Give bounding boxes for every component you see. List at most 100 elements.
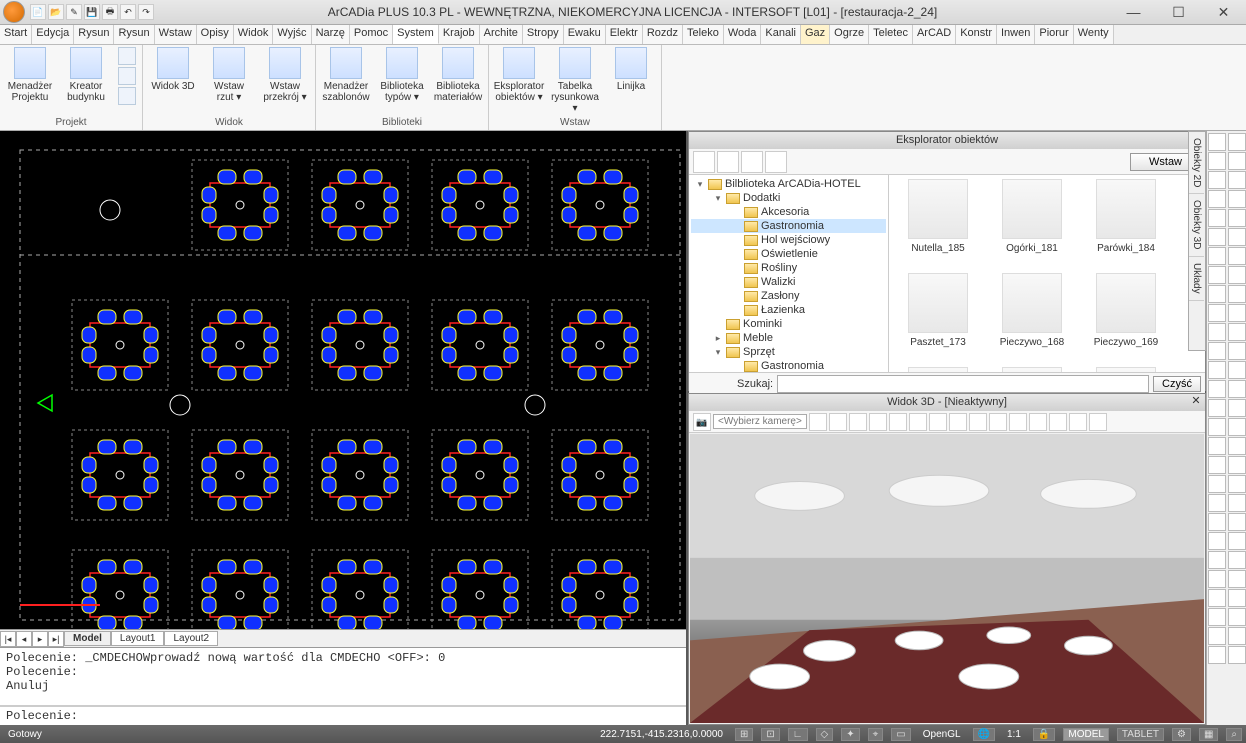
status-lock-icon[interactable]: 🔒 [1033, 728, 1055, 741]
side-tool-button[interactable] [1228, 152, 1246, 170]
side-tool-button[interactable] [1208, 646, 1226, 664]
status-scale[interactable]: 1:1 [1003, 729, 1025, 740]
side-tool-button[interactable] [1228, 475, 1246, 493]
ribbon-tab-konstr[interactable]: Konstr [956, 25, 997, 44]
ribbon-tab-inwen[interactable]: Inwen [997, 25, 1035, 44]
layout-tab-model[interactable]: Model [64, 631, 111, 646]
thumbnail-item[interactable]: Ogórki_181 [987, 179, 1077, 269]
side-tool-button[interactable] [1228, 418, 1246, 436]
view3d-btn-1[interactable] [809, 413, 827, 431]
side-tool-button[interactable] [1208, 342, 1226, 360]
search-tool-2-icon[interactable] [715, 375, 733, 393]
side-tool-button[interactable] [1228, 646, 1246, 664]
side-tool-button[interactable] [1228, 190, 1246, 208]
search-clear-button[interactable]: Czyść [1153, 376, 1201, 392]
status-snap-3[interactable]: ∟ [788, 728, 808, 741]
thumbnail-item[interactable]: Parówki_184 [1081, 179, 1171, 269]
ribbon-tab-opisy[interactable]: Opisy [197, 25, 234, 44]
side-tool-button[interactable] [1228, 361, 1246, 379]
side-tool-button[interactable] [1208, 285, 1226, 303]
status-snap-2[interactable]: ⊡ [761, 728, 779, 741]
side-tool-button[interactable] [1228, 551, 1246, 569]
ribbon-tab-pomoc[interactable]: Pomoc [350, 25, 393, 44]
ribbon-tab-rozdz[interactable]: Rozdz [643, 25, 683, 44]
side-tool-button[interactable] [1208, 228, 1226, 246]
qat-undo-icon[interactable]: ↶ [120, 4, 136, 20]
side-tool-button[interactable] [1208, 266, 1226, 284]
view3d-btn-14[interactable] [1069, 413, 1087, 431]
view3d-header[interactable]: Widok 3D - [Nieaktywny] ✕ [689, 394, 1205, 411]
ribbon-tab-wstaw[interactable]: Wstaw [155, 25, 197, 44]
qat-open-icon[interactable]: 📂 [48, 4, 64, 20]
ribbon-tab-arcad[interactable]: ArCAD [913, 25, 956, 44]
status-extra-2[interactable]: ⌕ [1226, 728, 1242, 741]
tree-node[interactable]: ▾Dodatki [691, 191, 886, 205]
ribbon-button[interactable]: Linijka [607, 47, 655, 92]
view3d-btn-15[interactable] [1089, 413, 1107, 431]
ribbon-tab-ewaku[interactable]: Ewaku [564, 25, 606, 44]
side-tool-button[interactable] [1228, 304, 1246, 322]
ribbon-tab-start[interactable]: Start [0, 25, 32, 44]
side-tool-button[interactable] [1208, 627, 1226, 645]
side-tool-button[interactable] [1208, 399, 1226, 417]
tree-node[interactable]: Oświetlenie [691, 247, 886, 261]
docked-tab[interactable]: Obiekty 2D [1189, 132, 1204, 194]
thumbnail-item[interactable]: Pieczywo_170 [893, 367, 983, 372]
side-tool-button[interactable] [1208, 494, 1226, 512]
tree-node[interactable]: Akcesoria [691, 205, 886, 219]
ribbon-tab-narzę[interactable]: Narzę [312, 25, 350, 44]
close-button[interactable]: ✕ [1201, 0, 1246, 25]
ribbon-tab-piorur[interactable]: Piorur [1035, 25, 1073, 44]
status-model-button[interactable]: MODEL [1063, 728, 1109, 741]
ribbon-tab-wyjśc[interactable]: Wyjśc [273, 25, 311, 44]
docked-tab[interactable]: Układy [1189, 257, 1204, 301]
minimize-button[interactable]: — [1111, 0, 1156, 25]
side-tool-button[interactable] [1208, 437, 1226, 455]
side-tool-button[interactable] [1228, 437, 1246, 455]
side-tool-button[interactable] [1208, 133, 1226, 151]
tree-node[interactable]: Walizki [691, 275, 886, 289]
side-tool-button[interactable] [1208, 323, 1226, 341]
docked-tab[interactable]: Obiekty 3D [1189, 194, 1204, 256]
explorer-tree[interactable]: ▾Bilblioteka ArCADia-HOTEL▾DodatkiAkceso… [689, 175, 889, 372]
view3d-btn-13[interactable] [1049, 413, 1067, 431]
side-tool-button[interactable] [1228, 285, 1246, 303]
ribbon-tab-kanali[interactable]: Kanali [761, 25, 801, 44]
explorer-tool-2-icon[interactable] [717, 151, 739, 173]
qat-save-icon[interactable]: 💾 [84, 4, 100, 20]
search-tool-1-icon[interactable] [693, 375, 711, 393]
status-snap-7[interactable]: ▭ [891, 728, 910, 741]
ribbon-tab-system[interactable]: System [393, 25, 439, 44]
drawing-canvas-2d[interactable] [0, 131, 686, 629]
side-tool-button[interactable] [1208, 532, 1226, 550]
side-tool-button[interactable] [1208, 418, 1226, 436]
side-tool-button[interactable] [1208, 475, 1226, 493]
tree-node[interactable]: Gastronomia [691, 219, 886, 233]
ribbon-button[interactable]: Menadżer szablonów [322, 47, 370, 103]
side-tool-button[interactable] [1228, 570, 1246, 588]
side-tool-button[interactable] [1208, 247, 1226, 265]
ribbon-tab-gaz[interactable]: Gaz [801, 25, 830, 44]
tree-node[interactable]: Hol wejściowy [691, 233, 886, 247]
side-tool-button[interactable] [1228, 513, 1246, 531]
ribbon-tab-ogrze[interactable]: Ogrze [830, 25, 869, 44]
view3d-btn-6[interactable] [909, 413, 927, 431]
maximize-button[interactable]: ☐ [1156, 0, 1201, 25]
qat-redo-icon[interactable]: ↷ [138, 4, 154, 20]
view3d-btn-11[interactable] [1009, 413, 1027, 431]
ribbon-small-button[interactable] [118, 67, 136, 85]
qat-print-icon[interactable]: 🖶 [102, 4, 118, 20]
status-snap-4[interactable]: ◇ [816, 728, 834, 741]
ribbon-tab-widok[interactable]: Widok [234, 25, 274, 44]
ribbon-button[interactable]: Widok 3D [149, 47, 197, 92]
ribbon-button[interactable]: Menadżer Projektu [6, 47, 54, 103]
layout-last-icon[interactable]: ▸| [48, 631, 64, 647]
view3d-btn-3[interactable] [849, 413, 867, 431]
thumbnail-item[interactable]: Pieczywo_169 [1081, 273, 1171, 363]
view3d-btn-2[interactable] [829, 413, 847, 431]
side-tool-button[interactable] [1208, 171, 1226, 189]
ribbon-button[interactable]: Wstaw rzut ▾ [205, 47, 253, 103]
command-history[interactable]: Polecenie: _CMDECHOWprowadź nową wartość… [0, 648, 686, 706]
side-tool-button[interactable] [1208, 361, 1226, 379]
status-extra-1[interactable]: ▦ [1199, 728, 1218, 741]
